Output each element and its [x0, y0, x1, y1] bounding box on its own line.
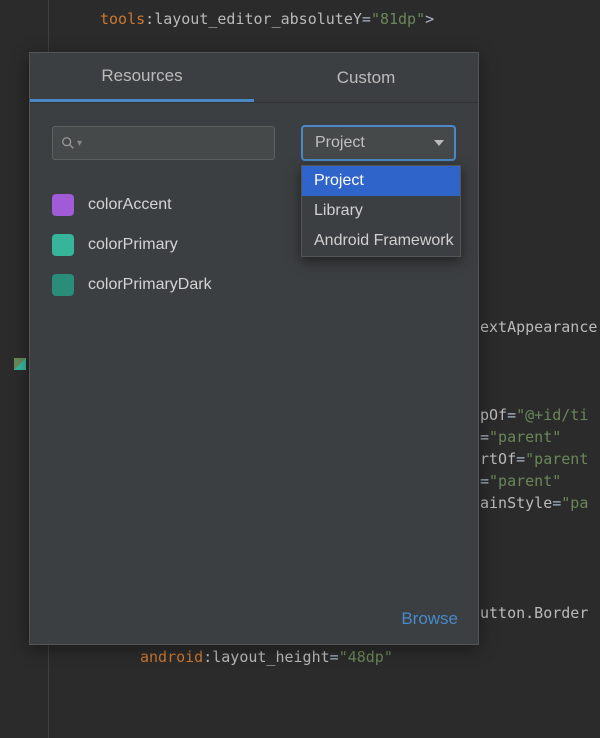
xml-namespace: tools — [100, 10, 145, 28]
tab-bar: Resources Custom — [30, 53, 478, 103]
gutter-color-indicator[interactable] — [14, 358, 26, 370]
search-icon — [61, 136, 75, 150]
color-swatch — [52, 274, 74, 296]
scope-select-value: Project — [315, 134, 365, 152]
search-input[interactable] — [88, 135, 266, 151]
resource-name: colorPrimary — [88, 236, 178, 254]
resource-name: colorPrimaryDark — [88, 276, 212, 294]
color-swatch — [52, 194, 74, 216]
scope-dropdown: Project Library Android Framework — [301, 165, 461, 257]
color-swatch — [52, 234, 74, 256]
search-input-wrapper[interactable]: ▾ — [52, 126, 275, 160]
resource-picker-popup: Resources Custom ▾ Project Project — [29, 52, 479, 645]
tab-label: Resources — [101, 66, 182, 86]
scope-option-project[interactable]: Project — [302, 166, 460, 196]
resource-item-colorPrimaryDark[interactable]: colorPrimaryDark — [52, 265, 456, 305]
tab-resources[interactable]: Resources — [30, 53, 254, 102]
scope-option-library[interactable]: Library — [302, 196, 460, 226]
scope-option-android-framework[interactable]: Android Framework — [302, 226, 460, 256]
search-options-caret[interactable]: ▾ — [77, 138, 82, 149]
chevron-down-icon — [434, 140, 444, 146]
tab-label: Custom — [337, 68, 396, 88]
tab-custom[interactable]: Custom — [254, 53, 478, 102]
browse-link[interactable]: Browse — [401, 609, 458, 629]
scope-select[interactable]: Project — [301, 125, 456, 161]
resource-name: colorAccent — [88, 196, 172, 214]
